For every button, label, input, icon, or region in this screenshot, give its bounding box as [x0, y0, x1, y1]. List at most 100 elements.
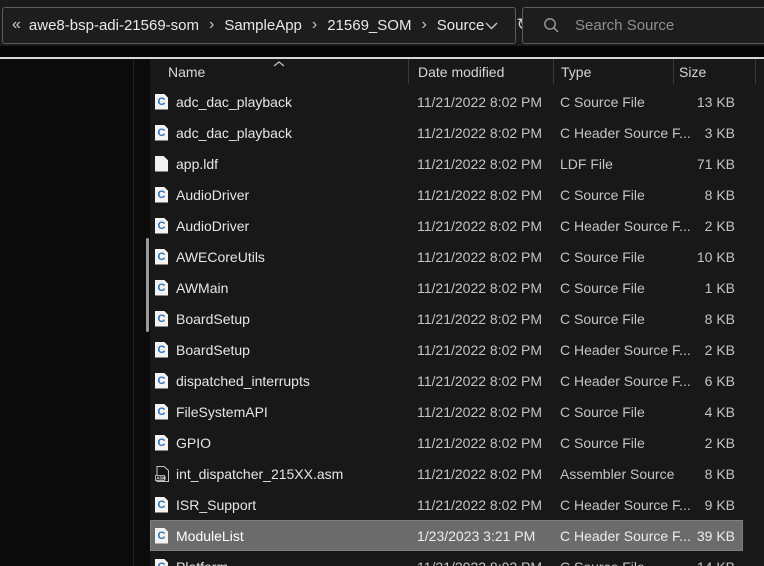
file-size: 71 KB	[673, 156, 743, 172]
file-icon-cell: C	[150, 311, 176, 327]
file-date-modified: 11/21/2022 8:02 PM	[408, 404, 553, 420]
file-explorer-window: « awe8-bsp-adi-21569-som›SampleApp›21569…	[0, 0, 764, 566]
file-size: 3 KB	[673, 125, 743, 141]
document-file-icon	[155, 156, 168, 172]
file-name: AudioDriver	[176, 187, 408, 203]
file-name: app.ldf	[176, 156, 408, 172]
file-type: C Source File	[553, 280, 673, 296]
file-icon-cell: ASM	[150, 465, 176, 483]
c-file-icon: C	[155, 94, 168, 110]
file-icon-cell: C	[150, 187, 176, 203]
c-file-icon: C	[155, 435, 168, 451]
file-type: C Source File	[553, 187, 673, 203]
toolbar: « awe8-bsp-adi-21569-som›SampleApp›21569…	[0, 0, 764, 46]
file-row[interactable]: CPlatform11/21/2022 8:02 PMC Source File…	[150, 551, 743, 566]
search-input[interactable]	[573, 16, 737, 35]
c-file-icon: C	[155, 280, 168, 296]
file-row[interactable]: CBoardSetup11/21/2022 8:02 PMC Header So…	[150, 334, 743, 365]
asm-file-icon: ASM	[155, 465, 170, 483]
breadcrumb: awe8-bsp-adi-21569-som›SampleApp›21569_S…	[28, 17, 485, 35]
file-row[interactable]: CModuleList1/23/2023 3:21 PMC Header Sou…	[150, 520, 743, 551]
file-type: C Header Source F...	[553, 497, 673, 513]
file-type: C Source File	[553, 249, 673, 265]
file-icon-cell: C	[150, 528, 176, 544]
file-name: GPIO	[176, 435, 408, 451]
file-name: AWMain	[176, 280, 408, 296]
file-type: C Source File	[553, 435, 673, 451]
c-file-icon: C	[155, 125, 168, 141]
file-size: 1 KB	[673, 280, 743, 296]
file-name: FileSystemAPI	[176, 404, 408, 420]
breadcrumb-separator-icon[interactable]: ›	[303, 17, 326, 35]
column-header-type[interactable]: Type	[553, 59, 673, 84]
file-size: 14 KB	[673, 559, 743, 566]
file-row[interactable]: C AWMain11/21/2022 8:02 PMC Source File1 …	[150, 272, 743, 303]
file-row[interactable]: Cadc_dac_playback11/21/2022 8:02 PMC Sou…	[150, 86, 743, 117]
file-row[interactable]: CISR_Support11/21/2022 8:02 PMC Header S…	[150, 489, 743, 520]
file-date-modified: 11/21/2022 8:02 PM	[408, 125, 553, 141]
breadcrumb-item[interactable]: 21569_SOM	[326, 17, 412, 34]
file-row[interactable]: Cdispatched_interrupts11/21/2022 8:02 PM…	[150, 365, 743, 396]
c-file-icon: C	[155, 404, 168, 420]
file-icon-cell	[150, 156, 176, 172]
file-size: 8 KB	[673, 466, 743, 482]
c-file-icon: C	[155, 311, 168, 327]
file-name: AudioDriver	[176, 218, 408, 234]
file-type: C Source File	[553, 404, 673, 420]
file-name: adc_dac_playback	[176, 94, 408, 110]
file-type: C Source File	[553, 94, 673, 110]
file-date-modified: 11/21/2022 8:02 PM	[408, 497, 553, 513]
file-type: C Header Source F...	[553, 342, 673, 358]
file-row[interactable]: Cadc_dac_playback11/21/2022 8:02 PMC Hea…	[150, 117, 743, 148]
file-type: C Source File	[553, 559, 673, 566]
c-file-icon: C	[155, 497, 168, 513]
c-file-icon: C	[155, 342, 168, 358]
column-header-date-modified[interactable]: Date modified	[408, 59, 553, 84]
file-row[interactable]: app.ldf11/21/2022 8:02 PMLDF File71 KB	[150, 148, 743, 179]
pane-divider[interactable]	[133, 59, 134, 566]
file-icon-cell: C	[150, 373, 176, 389]
file-date-modified: 11/21/2022 8:02 PM	[408, 373, 553, 389]
search-box[interactable]	[522, 7, 764, 44]
nav-scrollbar-thumb[interactable]	[146, 238, 149, 332]
navigation-pane	[0, 59, 150, 566]
file-date-modified: 11/21/2022 8:02 PM	[408, 435, 553, 451]
file-row[interactable]: C FileSystemAPI11/21/2022 8:02 PMC Source…	[150, 396, 743, 427]
file-icon-cell: C	[150, 342, 176, 358]
file-icon-cell: C	[150, 280, 176, 296]
column-header-size[interactable]: Size	[673, 59, 755, 84]
file-name: adc_dac_playback	[176, 125, 408, 141]
file-row[interactable]: CAudioDriver11/21/2022 8:02 PMC Header S…	[150, 210, 743, 241]
file-icon-cell: C	[150, 218, 176, 234]
file-row[interactable]: CAudioDriver11/21/2022 8:02 PMC Source F…	[150, 179, 743, 210]
breadcrumb-collapse-icon[interactable]: «	[3, 17, 28, 35]
breadcrumb-separator-icon[interactable]: ›	[200, 17, 223, 35]
file-icon-cell: C	[150, 249, 176, 265]
breadcrumb-item[interactable]: SampleApp	[223, 17, 303, 34]
file-name: dispatched_interrupts	[176, 373, 408, 389]
file-icon-cell: C	[150, 435, 176, 451]
file-row[interactable]: ASMint_dispatcher_215XX.asm11/21/2022 8:…	[150, 458, 743, 489]
file-type: Assembler Source	[553, 466, 673, 482]
file-type: C Header Source F...	[553, 528, 673, 544]
column-divider[interactable]	[755, 59, 756, 84]
file-size: 8 KB	[673, 311, 743, 327]
breadcrumb-item[interactable]: Source	[436, 17, 486, 34]
c-file-icon: C	[155, 249, 168, 265]
file-size: 2 KB	[673, 435, 743, 451]
breadcrumb-separator-icon[interactable]: ›	[412, 17, 435, 35]
column-header-name[interactable]: Name	[150, 59, 408, 84]
file-date-modified: 11/21/2022 8:02 PM	[408, 218, 553, 234]
address-dropdown-icon[interactable]	[485, 22, 498, 30]
file-date-modified: 11/21/2022 8:02 PM	[408, 156, 553, 172]
file-size: 10 KB	[673, 249, 743, 265]
file-row[interactable]: CAWECoreUtils11/21/2022 8:02 PMC Source …	[150, 241, 743, 272]
breadcrumb-item[interactable]: awe8-bsp-adi-21569-som	[28, 17, 200, 34]
search-icon	[543, 17, 560, 34]
file-row[interactable]: C GPIO11/21/2022 8:02 PMC Source File2 KB	[150, 427, 743, 458]
file-row[interactable]: CBoardSetup11/21/2022 8:02 PMC Source Fi…	[150, 303, 743, 334]
address-bar[interactable]: « awe8-bsp-adi-21569-som›SampleApp›21569…	[2, 7, 516, 44]
c-file-icon: C	[155, 373, 168, 389]
file-date-modified: 11/21/2022 8:02 PM	[408, 187, 553, 203]
file-date-modified: 11/21/2022 8:02 PM	[408, 280, 553, 296]
